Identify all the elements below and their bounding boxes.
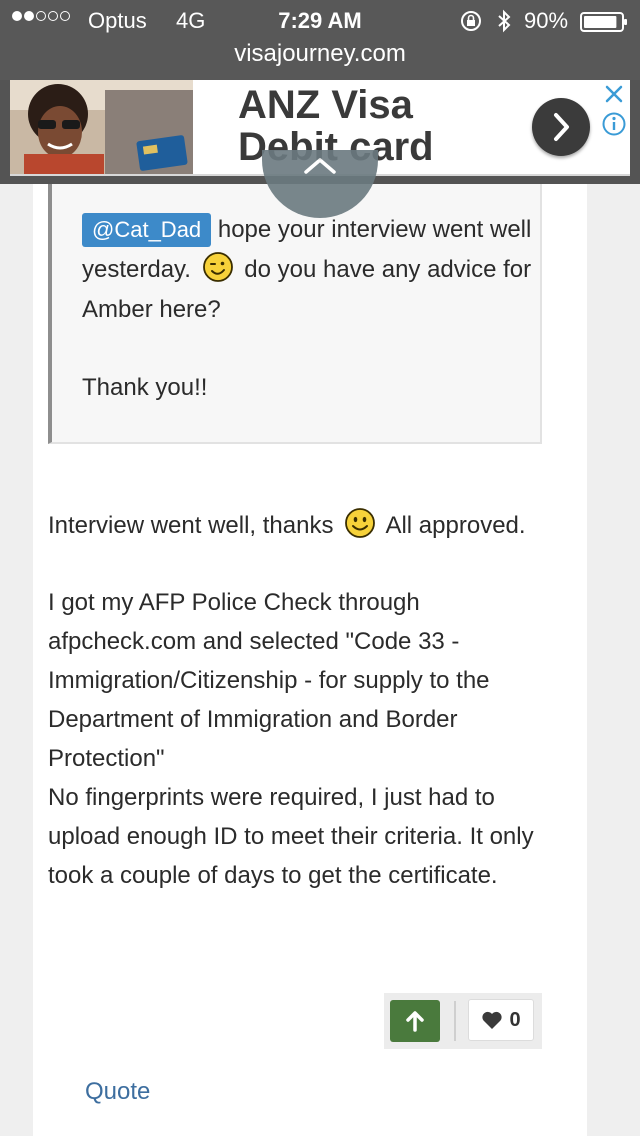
post-paragraph-2: I got my AFP Police Check through afpche… bbox=[48, 589, 490, 772]
ad-go-button[interactable] bbox=[532, 98, 590, 156]
rotation-lock-icon bbox=[461, 11, 481, 31]
post-text-part1: Interview went well, thanks bbox=[48, 512, 341, 539]
arrow-up-icon bbox=[406, 1011, 424, 1032]
winking-smiley-icon bbox=[202, 252, 233, 282]
post-text-part2: All approved. bbox=[380, 512, 526, 539]
bluetooth-icon bbox=[498, 9, 511, 33]
post-body: Interview went well, thanks All approved… bbox=[48, 506, 548, 895]
battery-percent: 90% bbox=[524, 8, 569, 33]
chevron-up-icon bbox=[304, 158, 336, 174]
ad-headline-line1: ANZ Visa bbox=[238, 83, 413, 127]
quoted-post: @Cat_Dad hope your interview went well y… bbox=[48, 184, 542, 444]
user-mention[interactable]: @Cat_Dad bbox=[82, 213, 212, 247]
collapse-ad-button[interactable] bbox=[262, 150, 378, 218]
address-bar[interactable]: visajourney.com bbox=[0, 40, 640, 68]
ad-info-button[interactable] bbox=[601, 110, 627, 138]
heart-icon bbox=[482, 1011, 503, 1029]
divider bbox=[454, 1001, 456, 1041]
upvote-button[interactable] bbox=[390, 1000, 440, 1042]
close-icon bbox=[605, 85, 623, 103]
battery-icon bbox=[580, 12, 627, 32]
smiley-icon bbox=[345, 508, 376, 538]
ad-photo[interactable] bbox=[10, 80, 193, 174]
like-button[interactable]: 0 bbox=[468, 999, 534, 1041]
info-icon bbox=[602, 112, 626, 136]
ad-close-button[interactable] bbox=[601, 82, 627, 106]
status-bar: Optus 4G 7:29 AM 90% visajourney.com bbox=[0, 0, 640, 80]
post-paragraph-1: Interview went well, thanks All approved… bbox=[48, 506, 548, 545]
post-paragraph-3: No fingerprints were required, I just ha… bbox=[48, 784, 534, 889]
quote-text-part3: Thank you!! bbox=[82, 374, 208, 401]
chevron-right-icon bbox=[554, 113, 569, 141]
reaction-bar: 0 bbox=[384, 993, 542, 1049]
quote-link[interactable]: Quote bbox=[85, 1078, 150, 1106]
like-count: 0 bbox=[509, 1008, 521, 1031]
quoted-post-text: @Cat_Dad hope your interview went well y… bbox=[82, 210, 532, 408]
